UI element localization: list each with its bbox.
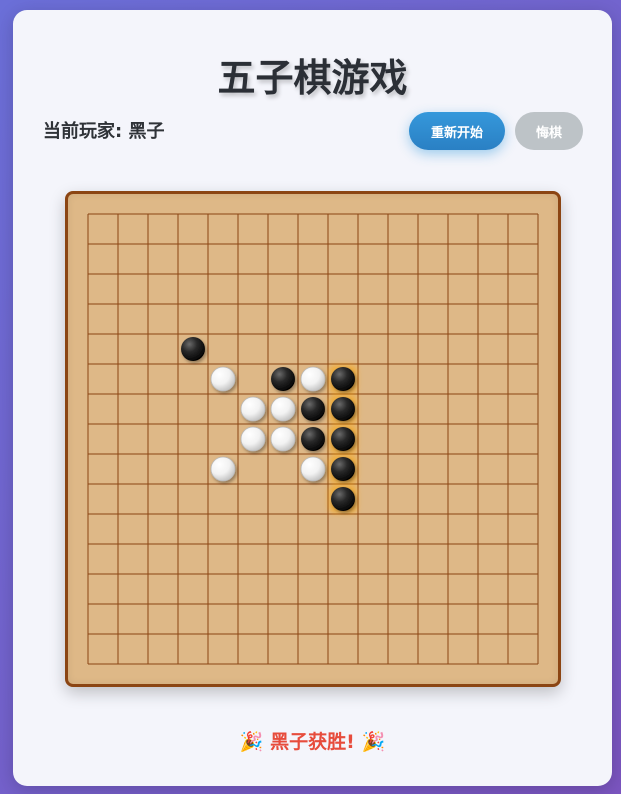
black-stone — [301, 397, 325, 421]
party-popper-icon: 🎉 — [361, 731, 386, 753]
winner-text: 黑子获胜! — [270, 731, 355, 753]
white-stone — [210, 456, 236, 482]
party-popper-icon: 🎉 — [239, 731, 264, 753]
black-stone — [331, 427, 355, 451]
black-stone — [331, 457, 355, 481]
current-player-label: 当前玩家: — [43, 121, 123, 142]
current-player-status: 当前玩家: 黑子 — [43, 120, 164, 144]
black-stone — [181, 337, 205, 361]
restart-button[interactable]: 重新开始 — [409, 112, 505, 150]
black-stone — [271, 367, 295, 391]
white-stone — [300, 456, 326, 482]
black-stone — [331, 397, 355, 421]
game-board[interactable] — [65, 191, 561, 687]
current-player-value: 黑子 — [128, 121, 165, 142]
game-card: 五子棋游戏 当前玩家: 黑子 重新开始 悔棋 🎉 黑子获胜! 🎉 — [13, 10, 612, 786]
white-stone — [240, 396, 266, 422]
white-stone — [270, 426, 296, 452]
page-title: 五子棋游戏 — [217, 56, 408, 100]
white-stone — [210, 366, 236, 392]
white-stone — [270, 396, 296, 422]
result-message: 🎉 黑子获胜! 🎉 — [13, 728, 612, 756]
black-stone — [331, 367, 355, 391]
white-stone — [300, 366, 326, 392]
white-stone — [240, 426, 266, 452]
black-stone — [331, 487, 355, 511]
black-stone — [301, 427, 325, 451]
undo-button[interactable]: 悔棋 — [515, 112, 583, 150]
board-grid[interactable] — [68, 194, 558, 684]
